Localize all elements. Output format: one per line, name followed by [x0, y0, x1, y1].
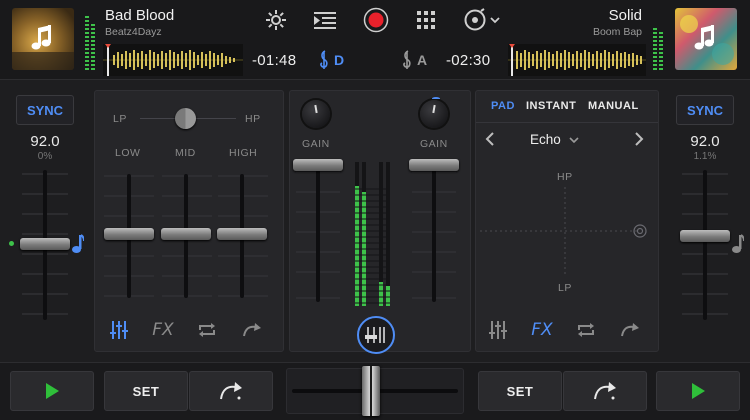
eq-low-slider[interactable]	[104, 228, 154, 240]
gear-icon[interactable]	[263, 7, 289, 33]
effect-selector[interactable]: Echo	[530, 132, 579, 147]
crossfader-handle[interactable]	[362, 366, 380, 416]
fx-cue-arrow-icon[interactable]	[618, 318, 642, 342]
fx-loop-icon[interactable]	[574, 318, 598, 342]
grid-icon[interactable]	[414, 8, 438, 32]
cue-arrow-icon[interactable]	[240, 318, 264, 342]
deck-b-gain-knob[interactable]	[420, 97, 448, 128]
deck-b-pitch-slider[interactable]	[680, 230, 730, 242]
deck-b-key[interactable]: A	[401, 50, 427, 70]
cue-arrow-icon	[594, 382, 616, 400]
deck-b-set-cue-button[interactable]: SET	[478, 371, 562, 411]
top-deck-bar: Bad Blood Beatz4Dayz -01:48 D A -02:30 S…	[0, 0, 750, 80]
eq-mid-label: MID	[175, 147, 196, 159]
pad-hp-label: HP	[557, 171, 573, 183]
eq-high-slider[interactable]	[217, 228, 267, 240]
deck-a-volume-track[interactable]	[316, 162, 320, 302]
playlist-icon[interactable]	[313, 8, 339, 32]
fx-xy-pad[interactable]	[478, 185, 654, 280]
deck-a-waveform[interactable]	[103, 44, 243, 76]
deck-a-artist: Beatz4Dayz	[105, 26, 162, 38]
deck-b-bpm: 92.0	[690, 133, 720, 150]
chevron-left-icon[interactable]	[483, 130, 497, 148]
deck-a-key[interactable]: D	[318, 50, 344, 70]
pad-lp-label: LP	[558, 282, 572, 294]
cue-arrow-icon	[220, 382, 242, 400]
loop-icon[interactable]	[195, 318, 219, 342]
deck-b-play-button[interactable]	[656, 371, 740, 411]
deck-b-set-label: SET	[506, 383, 534, 399]
deck-a-level-meter	[85, 8, 89, 70]
deck-b-cue-button[interactable]	[563, 371, 647, 411]
deck-b-pitch-percent: 1.1%	[693, 151, 717, 162]
fx-active-icon[interactable]: FX	[529, 318, 555, 342]
deck-a-set-label: SET	[132, 383, 160, 399]
master-level-meter	[355, 162, 390, 306]
hp-label: HP	[245, 113, 261, 125]
deck-a-sync-button[interactable]: SYNC	[16, 95, 74, 125]
dj-app: Bad Blood Beatz4Dayz -01:48 D A -02:30 S…	[0, 0, 750, 420]
mixer-mode-button[interactable]	[357, 316, 395, 354]
chevron-right-icon[interactable]	[632, 130, 646, 148]
deck-b-level-meter-right	[659, 8, 663, 70]
fx-eq-sliders-icon[interactable]	[486, 318, 510, 342]
deck-b-remaining-time: -02:30	[446, 52, 491, 69]
deck-b-artist: Boom Bap	[592, 26, 642, 38]
deck-a-bpm: 92.0	[30, 133, 60, 150]
deck-a-cover[interactable]	[12, 8, 74, 70]
eq-high-label: HIGH	[229, 147, 258, 159]
deck-a-level-meter-right	[91, 8, 95, 70]
deck-a-play-button[interactable]	[10, 371, 94, 411]
deck-a-pitch-center-dot	[9, 241, 14, 246]
lp-label: LP	[113, 113, 127, 125]
deck-a-pitch-slider[interactable]	[20, 238, 70, 250]
record-icon[interactable]	[362, 6, 390, 34]
deck-b-sync-button[interactable]: SYNC	[676, 95, 734, 125]
fx-icon[interactable]: FX	[150, 318, 176, 342]
play-icon	[46, 383, 59, 399]
deck-a-gain-label: GAIN	[302, 138, 330, 150]
deck-b-volume-slider[interactable]	[409, 159, 459, 171]
eq-sliders-icon[interactable]	[107, 318, 131, 342]
vinyl-menu-icon[interactable]	[462, 6, 502, 34]
deck-a-cue-button[interactable]	[189, 371, 273, 411]
deck-b-cover[interactable]	[675, 8, 737, 70]
tab-pad[interactable]: PAD	[491, 100, 515, 112]
treble-clef-icon	[403, 50, 411, 69]
tab-instant[interactable]: INSTANT	[526, 100, 576, 112]
tab-manual[interactable]: MANUAL	[588, 100, 639, 112]
deck-a-pitch-percent: 0%	[37, 151, 53, 162]
filter-knob[interactable]	[175, 108, 196, 129]
effect-name: Echo	[530, 132, 561, 147]
deck-a-volume-slider[interactable]	[293, 159, 343, 171]
deck-a-key-label: D	[334, 52, 345, 68]
deck-b-volume-track[interactable]	[432, 162, 436, 302]
deck-b-gain-label: GAIN	[420, 138, 448, 150]
chevron-down-icon	[569, 136, 579, 143]
deck-a-set-cue-button[interactable]: SET	[104, 371, 188, 411]
deck-b-pitch-track[interactable]	[703, 170, 707, 320]
fx-tabs-divider	[476, 122, 658, 123]
music-note-icon[interactable]	[729, 233, 745, 255]
deck-a-title: Bad Blood	[105, 7, 175, 24]
deck-b-title: Solid	[608, 7, 642, 24]
treble-clef-icon	[320, 50, 328, 69]
eq-mid-slider[interactable]	[161, 228, 211, 240]
music-note-icon[interactable]	[69, 233, 85, 255]
deck-b-key-label: A	[417, 52, 428, 68]
play-icon	[692, 383, 705, 399]
eq-low-label: LOW	[115, 147, 141, 159]
deck-a-remaining-time: -01:48	[252, 52, 297, 69]
deck-b-waveform[interactable]	[508, 44, 646, 76]
deck-b-level-meter	[653, 8, 657, 70]
deck-a-gain-knob[interactable]	[302, 100, 330, 128]
mixer-sliders-icon	[365, 327, 385, 343]
